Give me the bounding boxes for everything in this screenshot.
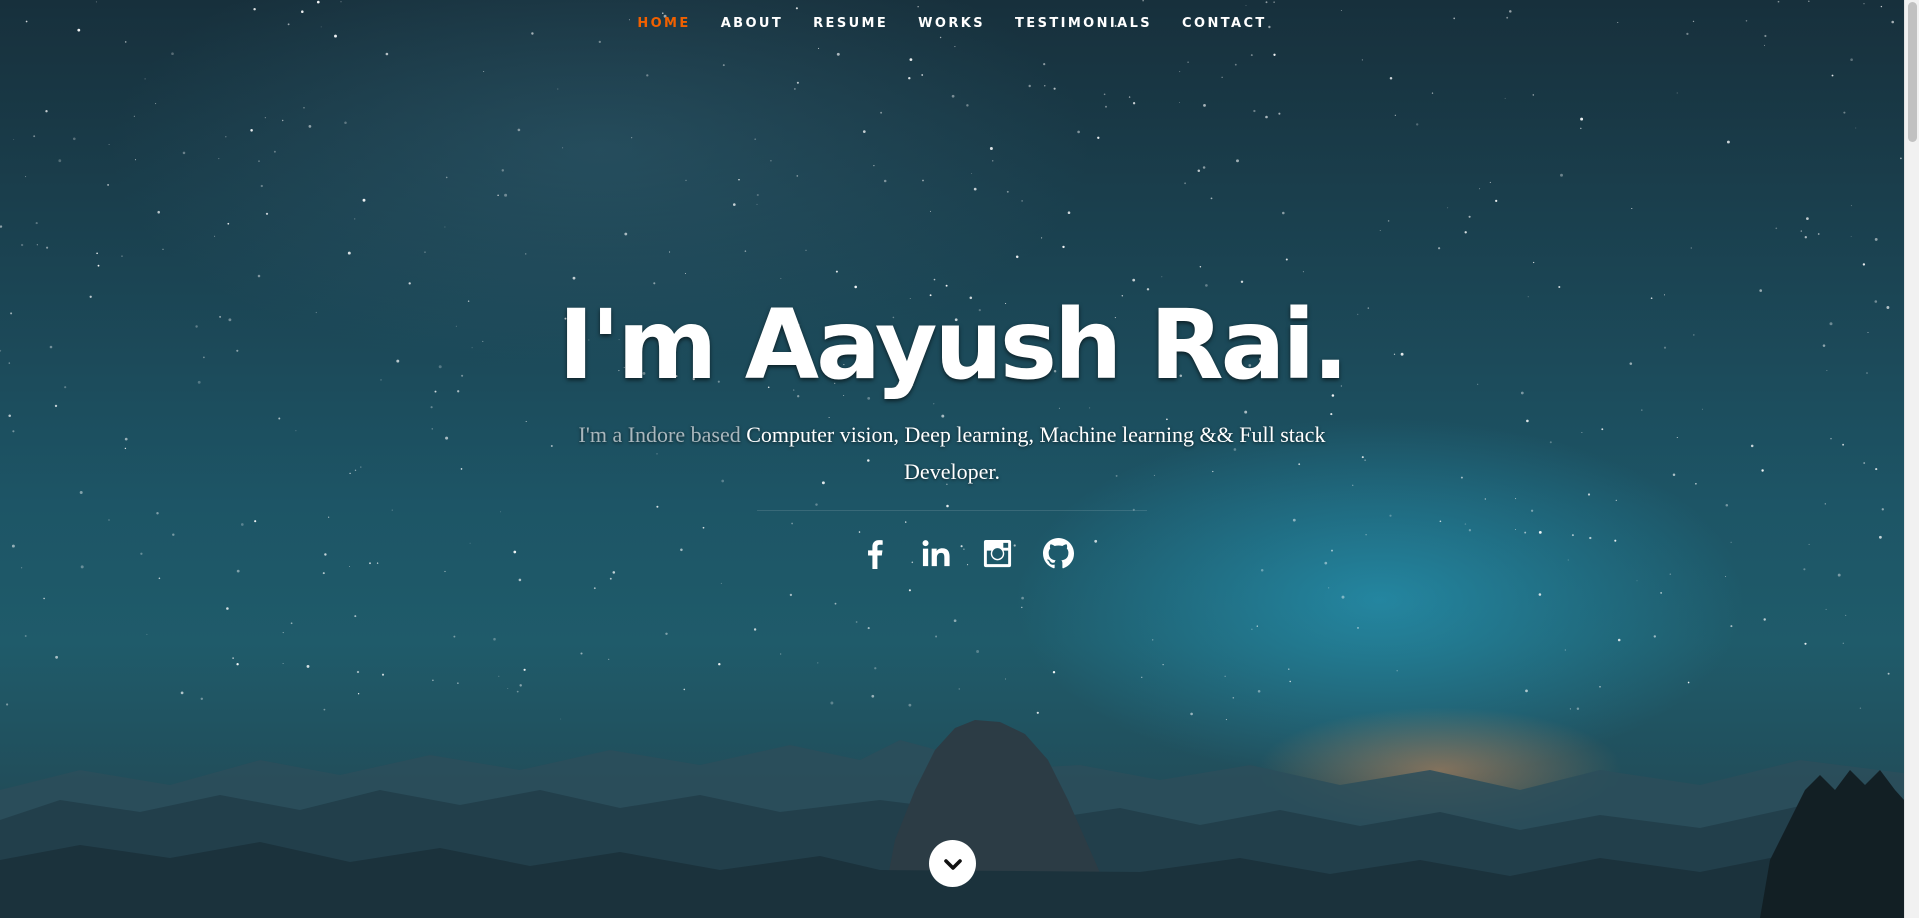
tagline-prefix: I'm a Indore based	[578, 422, 747, 447]
facebook-link[interactable]	[860, 538, 891, 569]
instagram-link[interactable]	[982, 538, 1013, 569]
scrollbar-thumb[interactable]	[1908, 2, 1917, 142]
nav-about[interactable]: ABOUT	[721, 16, 783, 31]
banner-divider	[757, 510, 1147, 511]
tagline: I'm a Indore based Computer vision, Deep…	[572, 416, 1332, 490]
facebook-icon	[868, 540, 883, 569]
chevron-down-icon	[943, 858, 962, 870]
nav-contact[interactable]: CONTACT	[1182, 16, 1267, 31]
social-links	[30, 538, 1904, 569]
nav-resume[interactable]: RESUME	[813, 16, 888, 31]
github-icon	[1043, 538, 1074, 569]
nav-home[interactable]: HOME	[637, 16, 690, 31]
page-scrollbar[interactable]	[1904, 0, 1919, 918]
banner: I'm Aayush Rai. I'm a Indore based Compu…	[0, 280, 1904, 569]
instagram-icon	[983, 539, 1012, 568]
tagline-highlight: Computer vision, Deep learning, Machine …	[746, 422, 1326, 484]
hero-section: HOME ABOUT RESUME WORKS TESTIMONIALS CON…	[0, 0, 1919, 918]
github-link[interactable]	[1043, 538, 1074, 569]
nav-works[interactable]: WORKS	[918, 16, 985, 31]
nav-testimonials[interactable]: TESTIMONIALS	[1015, 16, 1152, 31]
scroll-down-button[interactable]	[929, 840, 976, 887]
name-heading: I'm Aayush Rai.	[558, 289, 1349, 401]
tagline-suffix: .	[994, 459, 1000, 484]
linkedin-icon	[922, 540, 950, 567]
main-nav: HOME ABOUT RESUME WORKS TESTIMONIALS CON…	[0, 0, 1904, 46]
linkedin-link[interactable]	[921, 538, 952, 569]
